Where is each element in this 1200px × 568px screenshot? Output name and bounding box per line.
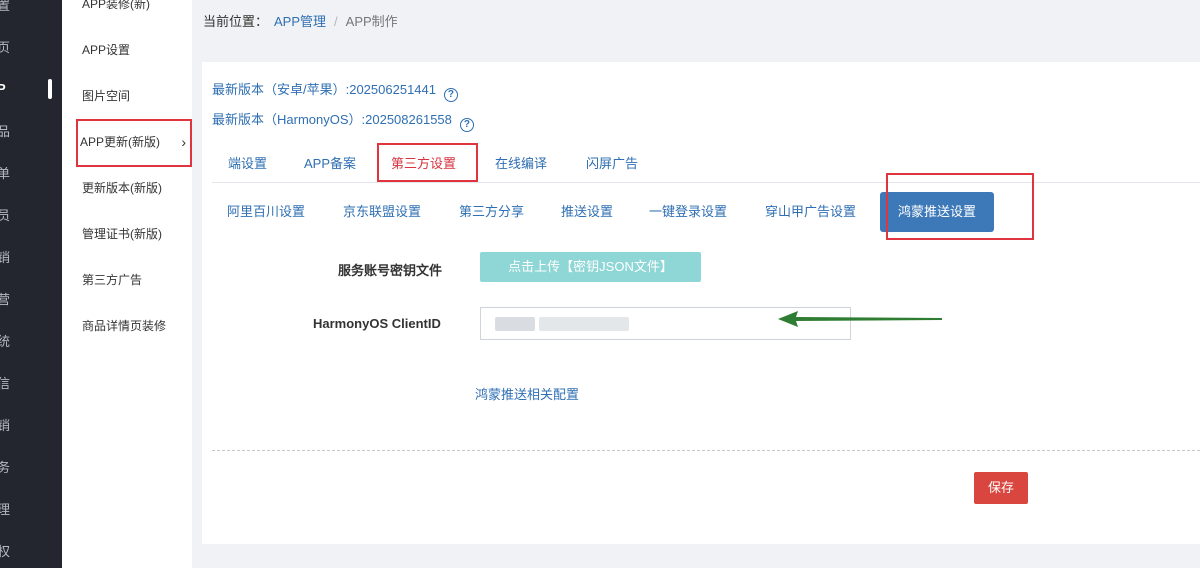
primary-nav-item[interactable]: 员 <box>0 206 62 226</box>
annotation-box <box>886 173 1034 240</box>
subtab-alibaichuan[interactable]: 阿里百川设置 <box>227 202 305 222</box>
arrow-annotation-icon <box>778 311 942 327</box>
sub-nav-item-certificates[interactable]: 管理证书(新版) <box>82 224 192 244</box>
subtab-jd-union[interactable]: 京东联盟设置 <box>343 202 421 222</box>
key-file-label: 服务账号密钥文件 <box>338 263 443 278</box>
primary-sidebar: 置 页 P 品 单 员 销 营 统 信 销 务 理 权 <box>0 0 62 568</box>
subtab-share[interactable]: 第三方分享 <box>459 202 524 222</box>
help-icon[interactable]: ? <box>459 118 474 132</box>
subtab-push[interactable]: 推送设置 <box>561 202 613 222</box>
tab-online-compile[interactable]: 在线编译 <box>495 152 547 176</box>
help-icon[interactable]: ? <box>443 88 458 102</box>
tab-client-settings[interactable]: 端设置 <box>228 152 267 176</box>
redacted-value <box>539 317 629 331</box>
redacted-value <box>495 317 535 331</box>
primary-nav-item[interactable]: 置 <box>0 0 62 16</box>
primary-nav-item[interactable]: 销 <box>0 248 62 268</box>
version-text: 最新版本（HarmonyOS）:202508261558 <box>212 112 452 127</box>
version-android-ios: 最新版本（安卓/苹果）:202506251441? <box>212 81 458 102</box>
upload-key-button[interactable]: 点击上传【密钥JSON文件】 <box>480 252 701 282</box>
breadcrumb: 当前位置： APP管理 / APP制作 <box>203 12 398 32</box>
subtab-pangle-ads[interactable]: 穿山甲广告设置 <box>765 202 856 222</box>
harmony-push-config-link[interactable]: 鸿蒙推送相关配置 <box>475 384 579 403</box>
tab-splash-ads[interactable]: 闪屏广告 <box>586 152 638 176</box>
sub-nav-item-app-decor[interactable]: APP装修(新) <box>82 0 192 14</box>
primary-nav-item[interactable]: 营 <box>0 290 62 310</box>
breadcrumb-separator: / <box>334 14 338 29</box>
sub-nav-item-app-settings[interactable]: APP设置 <box>82 40 192 60</box>
primary-nav-item[interactable]: 页 <box>0 38 62 58</box>
active-indicator <box>48 79 52 99</box>
sub-nav-item-update-version[interactable]: 更新版本(新版) <box>82 178 192 198</box>
sub-nav-item-image-space[interactable]: 图片空间 <box>82 86 192 106</box>
primary-nav-item[interactable]: 品 <box>0 122 62 142</box>
version-text: 最新版本（安卓/苹果）:202506251441 <box>212 82 436 97</box>
subtab-one-click-login[interactable]: 一键登录设置 <box>649 202 727 222</box>
main-panel: 最新版本（安卓/苹果）:202506251441? 最新版本（HarmonyOS… <box>202 62 1200 544</box>
breadcrumb-current: APP制作 <box>345 14 398 29</box>
primary-nav-item[interactable]: 权 <box>0 542 62 562</box>
annotation-box <box>377 143 478 182</box>
client-id-label: HarmonyOS ClientID <box>313 316 441 331</box>
primary-nav-item[interactable]: 信 <box>0 374 62 394</box>
primary-nav-item-app[interactable]: P <box>0 79 62 99</box>
primary-nav-item[interactable]: 单 <box>0 164 62 184</box>
breadcrumb-label: 当前位置： <box>203 14 269 29</box>
breadcrumb-link[interactable]: APP管理 <box>274 14 326 29</box>
sub-nav-item-third-party-ads[interactable]: 第三方广告 <box>82 270 192 290</box>
tab-app-filing[interactable]: APP备案 <box>304 152 356 176</box>
version-harmony: 最新版本（HarmonyOS）:202508261558? <box>212 111 474 132</box>
primary-nav-item[interactable]: 统 <box>0 332 62 352</box>
primary-nav-item[interactable]: 理 <box>0 500 62 520</box>
secondary-sidebar: APP装修(新) APP设置 图片空间 APP更新(新版) › 更新版本(新版)… <box>62 0 192 568</box>
main-tabs: 端设置 APP备案 第三方设置 在线编译 闪屏广告 <box>212 146 1200 183</box>
primary-nav-item[interactable]: 销 <box>0 416 62 436</box>
sub-nav-item-product-detail[interactable]: 商品详情页装修 <box>82 316 192 336</box>
annotation-box <box>76 119 192 167</box>
primary-nav-item[interactable]: 务 <box>0 458 62 478</box>
save-button[interactable]: 保存 <box>974 472 1028 504</box>
divider <box>212 450 1200 451</box>
